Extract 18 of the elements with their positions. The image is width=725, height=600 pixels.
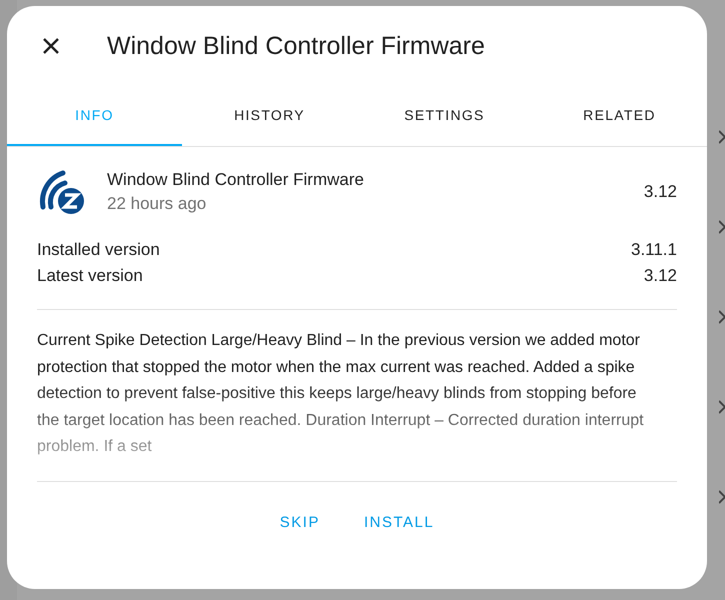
dialog-title: Window Blind Controller Firmware bbox=[107, 32, 485, 60]
tab[interactable]: HISTORY bbox=[182, 86, 357, 146]
version-label: Installed version bbox=[37, 239, 160, 261]
close-icon[interactable] bbox=[719, 400, 725, 414]
close-icon[interactable] bbox=[719, 310, 725, 324]
version-value: 3.11.1 bbox=[630, 239, 677, 261]
tab[interactable]: SETTINGS bbox=[357, 86, 532, 146]
close-icon bbox=[42, 37, 60, 55]
tab[interactable]: RELATED bbox=[532, 86, 707, 146]
version-label: Latest version bbox=[37, 265, 143, 287]
version-value: 3.12 bbox=[644, 182, 677, 202]
close-icon[interactable] bbox=[719, 220, 725, 234]
entity-name: Window Blind Controller Firmware bbox=[107, 170, 365, 190]
close-icon[interactable] bbox=[719, 130, 725, 144]
version-value: 3.12 bbox=[644, 265, 677, 287]
release-notes: Current Spike Detection Large/Heavy Blind – In the previous version we added motor protection that stopped the motor when the max current was reached. Added a spike detection to prevent false-positive this keeps large/heavy blinds from stopping before the target location has been reached. Duration Interrupt – Corrected duration interrupt problem. If a set bbox=[37, 331, 645, 457]
update-time: 22 hours ago bbox=[107, 194, 208, 214]
close-icon[interactable] bbox=[719, 490, 725, 504]
